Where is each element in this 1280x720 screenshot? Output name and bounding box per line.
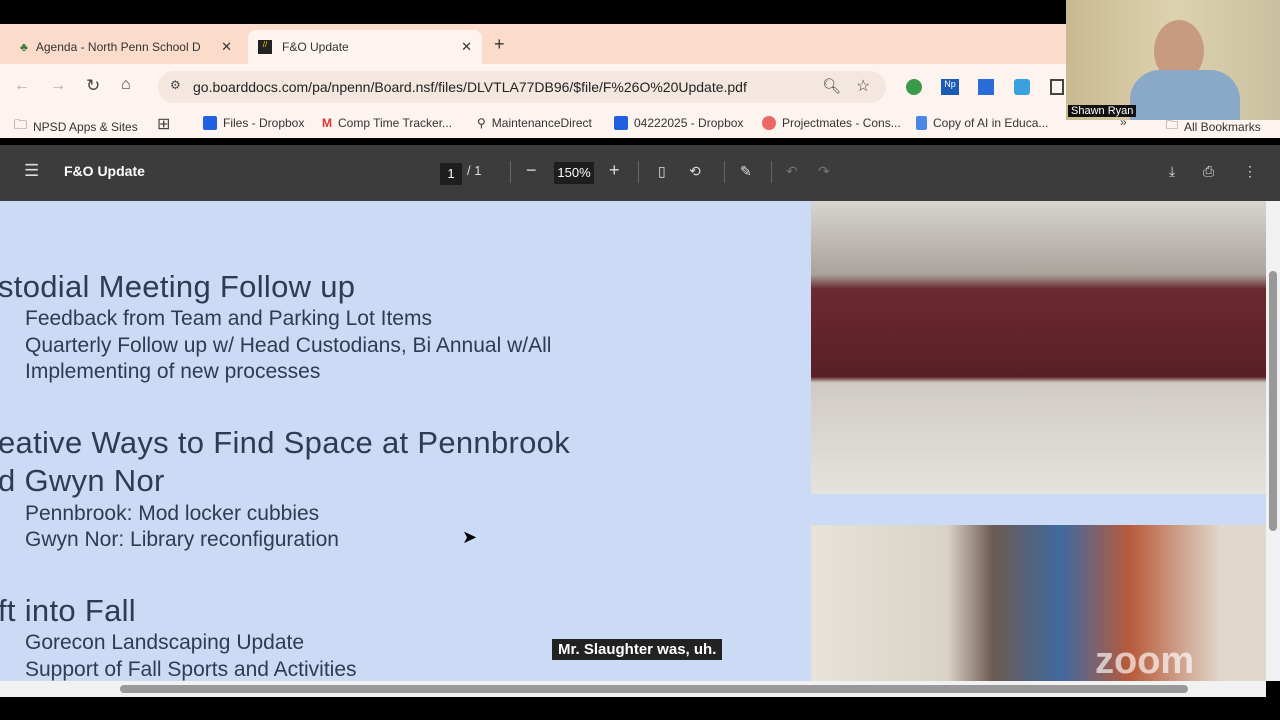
url-field[interactable]: ⚙ go.boarddocs.com/pa/npenn/Board.nsf/fi… <box>158 71 886 103</box>
bookmark-label: MaintenanceDirect <box>491 116 592 130</box>
annotate-icon[interactable]: ✎ <box>740 163 752 180</box>
bullet: Gwyn Nor: Library reconfiguration <box>25 528 339 551</box>
download-icon[interactable]: ⤓ <box>1169 163 1175 180</box>
participant-video: Shawn Ryan <box>1066 0 1280 120</box>
bookmark-label: Files - Dropbox <box>223 116 305 130</box>
undo-icon[interactable]: ↶ <box>786 163 798 180</box>
page-count: / 1 <box>467 163 482 178</box>
scrollbar-thumb[interactable] <box>120 685 1188 693</box>
bookmark-label: Copy of AI in Educa... <box>933 116 1049 130</box>
zoom-icon[interactable]: 🔍︎ <box>822 77 841 95</box>
gmail-icon: M <box>322 116 332 130</box>
menu-icon[interactable]: ☰ <box>24 161 39 181</box>
dropbox-icon <box>203 116 217 130</box>
zoom-in-button[interactable]: + <box>609 160 620 181</box>
bullet: Support of Fall Sports and Activities <box>25 658 357 681</box>
tab-fo-update[interactable]: // F&O Update ✕ <box>248 30 482 64</box>
redo-icon[interactable]: ↷ <box>818 163 830 180</box>
close-icon[interactable]: ✕ <box>221 39 232 55</box>
bookmark-comp-time[interactable]: M Comp Time Tracker... <box>322 116 452 130</box>
extension-icon[interactable] <box>978 79 994 95</box>
docs-icon <box>916 116 927 130</box>
bullet: Pennbrook: Mod locker cubbies <box>25 502 320 525</box>
projectmates-icon <box>762 116 776 130</box>
reload-button[interactable]: ↻ <box>86 76 100 96</box>
bookmark-label: 04222025 - Dropbox <box>634 116 744 130</box>
tab-label: Agenda - North Penn School D <box>35 40 201 54</box>
bookmark-projectmates[interactable]: Projectmates - Cons... <box>762 116 901 130</box>
more-options-icon[interactable]: ⋮ <box>1243 163 1257 180</box>
bookmark-label: All Bookmarks <box>1184 119 1261 134</box>
url-text: go.boarddocs.com/pa/npenn/Board.nsf/file… <box>193 79 747 95</box>
extensions-icon[interactable] <box>1050 79 1064 95</box>
tab-bar: ♣ Agenda - North Penn School D ✕ // F&O … <box>0 24 1066 64</box>
heading: d Gwyn Nor <box>0 463 165 498</box>
bullet: Feedback from Team and Parking Lot Items <box>25 307 432 330</box>
bookmark-04222025[interactable]: 04222025 - Dropbox <box>614 116 743 130</box>
tab-label: F&O Update <box>282 40 349 54</box>
heading: stodial Meeting Follow up <box>0 269 356 304</box>
tab-agenda[interactable]: ♣ Agenda - North Penn School D ✕ <box>10 30 242 64</box>
horizontal-scrollbar[interactable] <box>0 681 1266 697</box>
heading: eative Ways to Find Space at Pennbrook <box>0 425 571 460</box>
bookmark-npsd[interactable]: 🗀 NPSD Apps & Sites <box>14 116 138 138</box>
boarddocs-icon: // <box>258 40 272 54</box>
star-icon[interactable]: ☆ <box>856 76 870 96</box>
bookmark-label: Comp Time Tracker... <box>338 116 453 130</box>
bookmark-label: NPSD Apps & Sites <box>33 120 138 134</box>
participant-shirt <box>1130 70 1240 120</box>
fit-page-icon[interactable]: ▯ <box>658 163 666 180</box>
dropbox-icon <box>614 116 628 130</box>
caption-text: Mr. Slaughter was, uh. <box>552 639 723 660</box>
tree-icon: ♣ <box>20 40 28 54</box>
document-title: F&O Update <box>64 163 145 179</box>
extension-np-icon[interactable]: Np <box>941 79 959 95</box>
bookmark-maintenance[interactable]: ⚲ MaintenanceDirect <box>477 116 592 130</box>
bookmark-copy-ai[interactable]: Copy of AI in Educa... <box>916 116 1048 130</box>
vertical-scrollbar[interactable] <box>1266 201 1280 681</box>
zoom-out-button[interactable]: − <box>526 160 537 181</box>
maintenance-icon: ⚲ <box>477 116 486 130</box>
page-input[interactable]: 1 <box>440 163 462 185</box>
bullet: Gorecon Landscaping Update <box>25 631 305 654</box>
bookmark-label: Projectmates - Cons... <box>782 116 901 130</box>
bullet: Quarterly Follow up w/ Head Custodians, … <box>25 334 552 357</box>
participant-name: Shawn Ryan <box>1068 105 1137 117</box>
pdf-toolbar: ☰ F&O Update 1 / 1 − 150% + ▯ ⟲ ✎ ↶ ↷ ⤓ … <box>0 145 1280 201</box>
bookmark-files-dropbox[interactable]: Files - Dropbox <box>203 116 304 130</box>
pdf-page: stodial Meeting Follow up Feedback from … <box>0 201 1266 681</box>
scrollbar-thumb[interactable] <box>1269 271 1277 531</box>
zoom-input[interactable]: 150% <box>554 162 594 184</box>
close-icon[interactable]: ✕ <box>461 39 472 55</box>
extension-icon[interactable] <box>906 79 922 95</box>
heading: ft into Fall <box>0 593 136 628</box>
zoom-watermark: zoom <box>1095 640 1195 682</box>
mural-photo <box>811 525 1266 681</box>
rotate-icon[interactable]: ⟲ <box>689 163 701 180</box>
forward-button[interactable]: → <box>50 77 66 95</box>
lockers-photo <box>811 201 1266 494</box>
home-button[interactable]: ⌂ <box>121 76 131 94</box>
new-tab-button[interactable]: + <box>494 34 505 55</box>
apps-grid-icon[interactable]: ⊞ <box>157 114 170 134</box>
print-icon[interactable]: ⎙ <box>1203 163 1214 180</box>
address-bar-row: ← → ↻ ⌂ ⚙ go.boarddocs.com/pa/npenn/Boar… <box>0 64 1066 110</box>
bullet: Implementing of new processes <box>25 360 321 383</box>
back-button[interactable]: ← <box>14 77 30 95</box>
mouse-cursor-icon: ➤ <box>462 527 478 547</box>
site-info-icon[interactable]: ⚙ <box>170 78 181 92</box>
extension-icon[interactable] <box>1014 79 1030 95</box>
